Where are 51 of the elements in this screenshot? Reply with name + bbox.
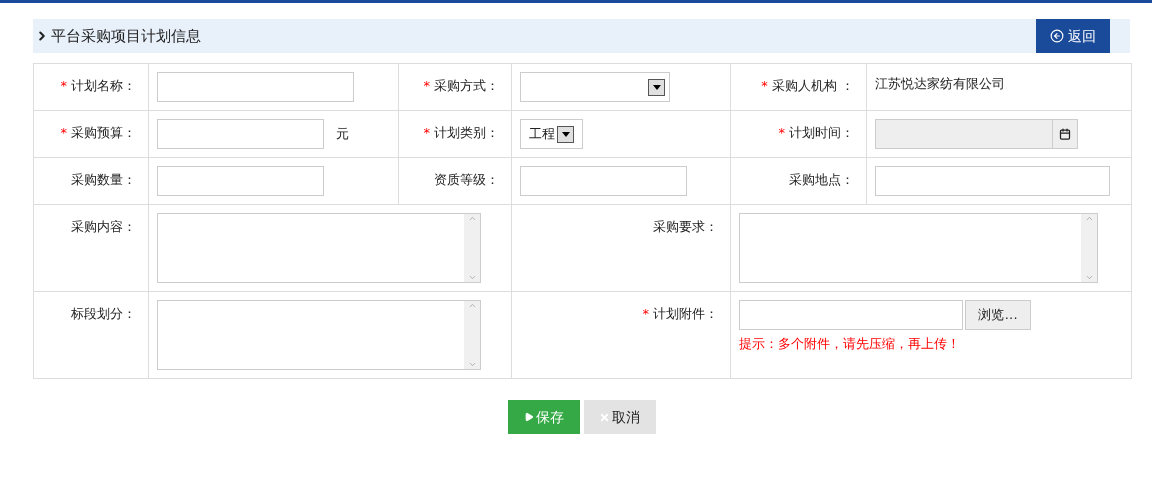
close-icon: [599, 411, 610, 423]
scrollbar[interactable]: [464, 214, 480, 282]
required-mark: *: [60, 125, 67, 140]
dropdown-icon: [648, 78, 665, 96]
text-input[interactable]: [520, 166, 687, 196]
required-mark: *: [60, 78, 67, 93]
scrollbar[interactable]: [464, 301, 480, 369]
field-label: 采购内容：: [71, 219, 136, 234]
text-input[interactable]: [157, 119, 324, 149]
textarea-field[interactable]: [157, 213, 481, 283]
field-label: 资质等级：: [434, 172, 499, 187]
field-label: 计划类别：: [434, 125, 499, 140]
play-icon: [523, 412, 534, 422]
field-label: 计划时间：: [789, 125, 854, 140]
textarea-field[interactable]: [157, 300, 481, 370]
dropdown-icon: [557, 125, 574, 143]
scroll-down-icon[interactable]: [467, 360, 477, 369]
section-title: 平台采购项目计划信息: [51, 25, 201, 47]
required-mark: *: [761, 78, 768, 93]
upload-hint: 提示：多个附件，请先压缩，再上传！: [739, 335, 961, 353]
scroll-down-icon[interactable]: [1084, 273, 1094, 282]
text-input[interactable]: [157, 72, 354, 102]
field-label: 计划附件：: [653, 306, 718, 321]
select-field[interactable]: [520, 72, 670, 102]
unit-label: 元: [336, 125, 349, 144]
required-mark: *: [642, 306, 649, 321]
scrollbar[interactable]: [1081, 214, 1097, 282]
field-label: 采购数量：: [71, 172, 136, 187]
text-input[interactable]: [157, 166, 324, 196]
text-input[interactable]: [875, 166, 1110, 196]
select-field[interactable]: 工程: [520, 119, 583, 149]
field-label: 标段划分：: [71, 306, 136, 321]
field-label: 采购预算：: [71, 125, 136, 140]
scroll-up-icon[interactable]: [467, 301, 477, 310]
field-value: 江苏悦达家纺有限公司: [875, 75, 1006, 93]
scroll-up-icon[interactable]: [467, 214, 477, 223]
browse-button[interactable]: 浏览...: [965, 300, 1032, 330]
scroll-down-icon[interactable]: [467, 273, 477, 282]
field-label: 采购要求：: [653, 219, 718, 234]
cancel-button[interactable]: 取消: [583, 400, 656, 434]
required-mark: *: [423, 125, 430, 140]
field-label: 采购地点：: [789, 172, 854, 187]
field-label: 采购人机构 ：: [771, 78, 854, 93]
textarea-field[interactable]: [739, 213, 1098, 283]
file-path-input[interactable]: [739, 300, 963, 330]
field-label: 采购方式：: [434, 78, 499, 93]
scroll-up-icon[interactable]: [1084, 214, 1094, 223]
required-mark: *: [423, 78, 430, 93]
required-mark: *: [778, 125, 785, 140]
back-button[interactable]: 返回: [1036, 19, 1110, 53]
field-label: 计划名称：: [71, 78, 136, 93]
